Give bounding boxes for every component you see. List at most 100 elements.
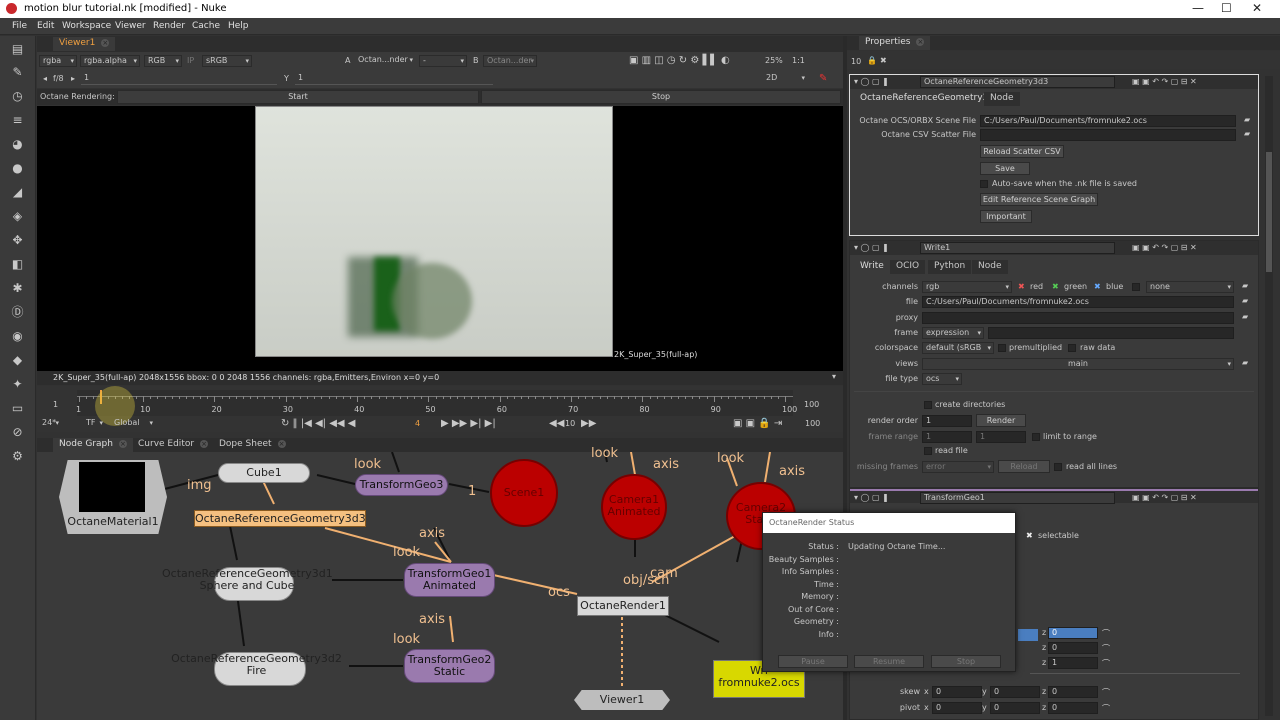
browse-file-icon[interactable]: ▰ (1242, 296, 1248, 305)
info-expand-icon[interactable]: ▾ (832, 372, 836, 381)
premultiplied-checkbox[interactable] (998, 344, 1006, 352)
read-all-checkbox[interactable] (1054, 463, 1062, 471)
translate-y-highlight[interactable] (1018, 629, 1038, 641)
deep-tool-icon[interactable]: Ⓓ (10, 305, 25, 320)
csv-file-field[interactable] (980, 129, 1236, 141)
zoom-value[interactable]: 25% (765, 56, 783, 65)
skew-y-field[interactable]: 0 (990, 686, 1040, 698)
green-checkbox[interactable]: ✖ (1052, 282, 1059, 291)
browse-file-icon[interactable]: ▰ (1244, 115, 1250, 124)
create-dirs-checkbox[interactable] (924, 401, 932, 409)
tab-properties[interactable]: Properties × (859, 36, 931, 50)
stop-render-button[interactable]: Stop (931, 655, 1001, 668)
end-frame-field[interactable]: 100 (805, 419, 820, 428)
image-tool-icon[interactable]: ▤ (10, 42, 25, 57)
browse-csv-icon[interactable]: ▰ (1244, 129, 1250, 138)
curve-icon[interactable]: ⌒ (1102, 628, 1110, 639)
scope-dropdown[interactable]: Global (111, 418, 155, 430)
close-button[interactable]: ✕ (1252, 1, 1262, 15)
node-camera1[interactable]: Camera1 Animated (601, 474, 667, 540)
paint-icon[interactable]: ✎ (819, 73, 827, 84)
viewer-tools-icons[interactable]: ▣ ▥ ◫ ◷ ↻ ⚙ ▌▌ ◐ (629, 55, 730, 66)
edit-graph-button[interactable]: Edit Reference Scene Graph (980, 193, 1098, 206)
node-octane-render[interactable]: OctaneRender1 (577, 596, 669, 616)
missing-frames-dropdown[interactable]: error (922, 461, 994, 473)
pivot-z-field[interactable]: 0 (1048, 702, 1098, 714)
menu-cache[interactable]: Cache (192, 21, 220, 31)
reload-csv-button[interactable]: Reload Scatter CSV (980, 145, 1064, 158)
node-transform-geo2[interactable]: TransformGeo2 Static (404, 649, 495, 683)
frame-expression-field[interactable] (988, 327, 1234, 339)
render-button[interactable]: Render (976, 414, 1026, 427)
translate-z-field[interactable]: 0 (1048, 627, 1098, 639)
transform-tool-icon[interactable]: ✥ (10, 233, 25, 248)
pivot-y-field[interactable]: 0 (990, 702, 1040, 714)
colorspace-dropdown[interactable]: default (sRGB (922, 342, 994, 354)
alpha-dropdown[interactable]: rgba.alpha (80, 55, 140, 67)
uniform-scale-slider[interactable] (1030, 673, 1240, 674)
important-button[interactable]: Important (980, 210, 1032, 223)
panel-action-icons[interactable]: ▣ ▣ ↶ ↷ ▢ ⊟ ✕ (1132, 77, 1197, 86)
menu-edit[interactable]: Edit (37, 21, 54, 31)
menu-render[interactable]: Render (153, 21, 185, 31)
views-menu-icon[interactable]: ▰ (1242, 358, 1248, 367)
node-scene1[interactable]: Scene1 (490, 459, 558, 527)
alpha-channel-dropdown[interactable]: none (1146, 281, 1234, 293)
channels-dropdown[interactable]: rgba (39, 55, 77, 67)
file-type-dropdown[interactable]: ocs (922, 373, 962, 385)
gain-slider[interactable]: 1 (81, 73, 277, 85)
panel-header-icons[interactable]: ▾ ◯ ▢ ❚ (854, 493, 889, 502)
clear-panels-icon[interactable]: ✖ (880, 56, 887, 65)
time-tool-icon[interactable]: ◷ (10, 89, 25, 104)
menu-help[interactable]: Help (228, 21, 249, 31)
transform-name-field[interactable]: TransformGeo1 (920, 492, 1115, 504)
node-transform-geo1[interactable]: TransformGeo1 Animated (404, 563, 495, 597)
blue-checkbox[interactable]: ✖ (1094, 282, 1101, 291)
save-button[interactable]: Save (980, 162, 1030, 175)
tab-write-node[interactable]: Node (972, 260, 1008, 274)
playback-icons[interactable]: ↻ ‖ |◀ ◀| ◀◀ ◀ (281, 418, 355, 429)
selectable-checkbox[interactable]: ✖ (1026, 531, 1033, 540)
curve-icon[interactable]: ⌒ (1102, 687, 1110, 698)
skew-x-field[interactable]: 0 (932, 686, 982, 698)
close-tab-icon[interactable]: × (916, 38, 925, 46)
tab-ocio[interactable]: OCIO (890, 260, 926, 274)
draw-tool-icon[interactable]: ✎ (10, 65, 25, 80)
resume-button[interactable]: Resume (854, 655, 924, 668)
curve-icon[interactable]: ⌒ (1102, 703, 1110, 714)
write-name-field[interactable]: Write1 (920, 242, 1115, 254)
close-tab-icon[interactable]: × (200, 440, 209, 448)
views-tool-icon[interactable]: ◉ (10, 329, 25, 344)
view-mode-dropdown[interactable]: 2D (763, 73, 807, 85)
ip-toggle[interactable]: IP (187, 56, 194, 65)
close-tab-icon[interactable]: × (101, 39, 110, 47)
close-tab-icon[interactable]: × (277, 440, 286, 448)
settings-gear-icon[interactable]: ⚙ (10, 449, 25, 464)
limit-range-checkbox[interactable] (1032, 433, 1040, 441)
tab-ref-node[interactable]: Node (984, 92, 1020, 106)
a-input-dropdown[interactable]: Octan...nder (355, 55, 415, 67)
curve-icon[interactable]: ⌒ (1102, 658, 1110, 669)
filter-tool-icon[interactable]: ● (10, 161, 25, 176)
close-tab-icon[interactable]: × (118, 440, 127, 448)
frame-range-end[interactable]: 1 (976, 431, 1026, 443)
scale-z-field[interactable]: 1 (1048, 657, 1098, 669)
skew-z-field[interactable]: 0 (1048, 686, 1098, 698)
write-file-field[interactable]: C:/Users/Paul/Documents/fromnuke2.ocs (922, 296, 1234, 308)
step-forward-icon[interactable]: ▶▶ (581, 418, 596, 429)
raw-data-checkbox[interactable] (1068, 344, 1076, 352)
node-ref-geo3[interactable]: OctaneReferenceGeometry3d3 (194, 510, 366, 527)
pivot-x-field[interactable]: 0 (932, 702, 982, 714)
node-graph[interactable]: OctaneMaterial1 img Cube1 OctaneReferenc… (37, 446, 843, 720)
channels-menu-icon[interactable]: ▰ (1242, 281, 1248, 290)
panel-action-icons[interactable]: ▣ ▣ ↶ ↷ ▢ ⊟ ✕ (1132, 493, 1197, 502)
alpha-checkbox[interactable] (1132, 283, 1140, 291)
start-button[interactable]: Start (117, 90, 479, 104)
other-tool-icon[interactable]: ▭ (10, 401, 25, 416)
tab-ref-geo[interactable]: OctaneReferenceGeometry3d (854, 92, 1000, 106)
scrollbar-thumb[interactable] (1266, 152, 1272, 272)
node-ref-geo2[interactable]: OctaneReferenceGeometry3d2 Fire (164, 652, 349, 686)
metadata-tool-icon[interactable]: ◆ (10, 353, 25, 368)
curve-icon[interactable]: ⌒ (1102, 643, 1110, 654)
autosave-checkbox[interactable] (980, 180, 988, 188)
